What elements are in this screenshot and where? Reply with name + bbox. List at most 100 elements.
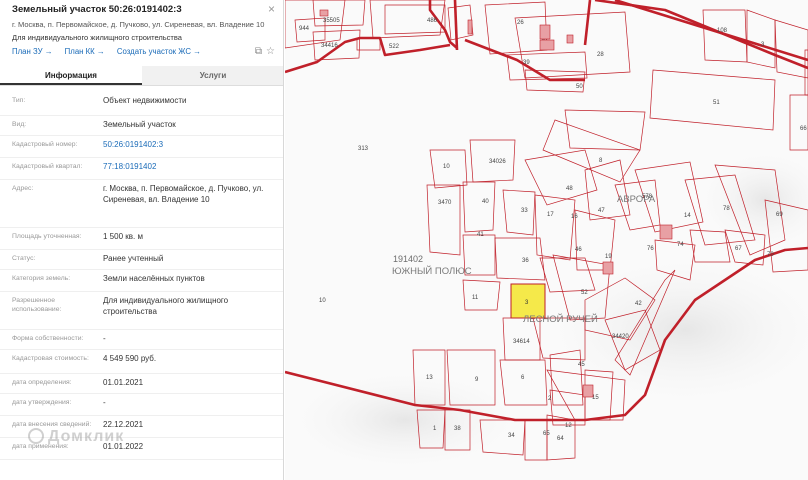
info-row-key: Кадастровый номер: xyxy=(12,141,78,148)
parcel-number-label: 66 xyxy=(800,126,807,132)
info-row: Категория земель: Земли населённых пункто… xyxy=(0,270,283,292)
info-row-value: 4 549 590 руб. xyxy=(103,354,157,363)
info-row: Разрешенное использование: Для индивидуал… xyxy=(0,292,283,330)
parcel-number-label: 39 xyxy=(523,60,530,66)
info-row: Форма собственности: - xyxy=(0,330,283,350)
plan-zu-link[interactable]: План ЗУ → xyxy=(12,47,53,56)
domclick-logo-icon xyxy=(28,428,44,444)
parcel-number-label: 486 xyxy=(427,18,438,24)
info-row-key: Площадь уточненная: xyxy=(12,233,82,240)
info-row-value: 1 500 кв. м xyxy=(103,232,143,241)
cadastral-map[interactable]: 191402 ЮЖНЫЙ ПОЛЮС ЛЕСНОЙ РУЧЕЙ АВРОРА 3… xyxy=(285,0,808,480)
info-row: Вид: Земельный участок xyxy=(0,116,283,136)
info-row: Кадастровая стоимость: 4 549 590 руб. xyxy=(0,350,283,374)
info-row: Тип: Объект недвижимости xyxy=(0,92,283,116)
info-row-value: 01.01.2022 xyxy=(103,442,144,451)
info-row-value: Для индивидуального жилищного строительс… xyxy=(103,296,229,316)
parcel-number-label: 42 xyxy=(635,301,642,307)
parcel-number-label: 13 xyxy=(426,375,433,381)
parcel-number-label: 108 xyxy=(717,28,728,34)
parcel-number-label: 40 xyxy=(482,199,489,205)
parcel-number-label: 38 xyxy=(454,426,461,432)
parcel-number-label: 70 xyxy=(767,252,774,258)
info-row-value[interactable]: 77:18:0191402 xyxy=(103,161,273,172)
parcel-number-label: 67 xyxy=(735,246,742,252)
info-row-value: Земельный участок xyxy=(103,120,176,129)
watermark: Домклик xyxy=(48,428,125,445)
parcel-number-label: 76 xyxy=(647,246,654,252)
info-row: Кадастровый квартал: 77:18:0191402 xyxy=(0,158,283,180)
parcel-number-label: 78 xyxy=(723,206,730,212)
action-links: План ЗУ → План КК → Создать участок ЖС → xyxy=(12,47,211,56)
tab-info[interactable]: Информация xyxy=(0,66,142,85)
area-label-lesnoy: ЛЕСНОЙ РУЧЕЙ xyxy=(523,313,598,325)
plan-kk-link[interactable]: План КК → xyxy=(65,47,105,56)
info-row-value: - xyxy=(103,334,106,343)
parcel-number-label: 46 xyxy=(575,247,582,253)
info-row: Адрес: г. Москва, п. Первомайское, д. Пуч… xyxy=(0,180,283,228)
parcel-number-label: 19 xyxy=(605,254,612,260)
parcel-number-label: 34026 xyxy=(489,159,506,165)
parcel-number-label: 48 xyxy=(566,186,573,192)
parcel-number-label: 65 xyxy=(543,431,550,437)
quarter-label: 191402 xyxy=(393,254,423,264)
parcel-number-label: 28 xyxy=(597,52,604,58)
parcel-number-label: 944 xyxy=(299,26,310,32)
parcel-title: Земельный участок 50:26:0191402:3 xyxy=(12,4,182,15)
parcel-number-label: 47 xyxy=(598,208,605,214)
parcel-number-label: 69 xyxy=(776,212,783,218)
panel-tabs: Информация Услуги xyxy=(0,66,283,86)
parcel-number-label: 10 xyxy=(443,164,450,170)
parcel-purpose: Для индивидуального жилищного строительс… xyxy=(12,33,182,42)
parcel-number-label: 36 xyxy=(522,258,529,264)
parcel-number-label: 34614 xyxy=(513,339,530,345)
parcel-number-label: 35505 xyxy=(323,18,340,24)
parcel-number-label: 74 xyxy=(677,242,684,248)
info-panel: Земельный участок 50:26:0191402:3 × г. М… xyxy=(0,0,284,480)
info-row-key: Категория земель: xyxy=(12,275,71,282)
info-row-value: Земли населённых пунктов xyxy=(103,274,205,283)
info-row-key: Кадастровый квартал: xyxy=(12,163,83,170)
info-row: дата определения: 01.01.2021 xyxy=(0,374,283,394)
info-row-key: дата утверждения: xyxy=(12,399,72,406)
star-icon[interactable]: ☆ xyxy=(266,46,275,57)
parcel-number-label: 12 xyxy=(565,423,572,429)
info-row-key: Вид: xyxy=(12,121,27,128)
info-row-value: 01.01.2021 xyxy=(103,378,144,387)
parcel-number-label: 16 xyxy=(571,214,578,220)
info-row-key: Адрес: xyxy=(12,185,34,192)
copy-icon[interactable]: ⧉ xyxy=(255,46,262,57)
close-icon[interactable]: × xyxy=(268,3,275,15)
parcel-number-label: 17 xyxy=(547,212,554,218)
parcel-number-label: 41 xyxy=(477,232,484,238)
panel-actions: ⧉ ☆ xyxy=(251,46,275,57)
info-row-value[interactable]: 50:26:0191402:3 xyxy=(103,139,273,150)
map-canvas[interactable]: 191402 ЮЖНЫЙ ПОЛЮС ЛЕСНОЙ РУЧЕЙ АВРОРА 3… xyxy=(285,0,808,480)
parcel-number-label: 45 xyxy=(578,362,585,368)
info-row-key: Статус: xyxy=(12,255,36,262)
parcel-number-label: 34416 xyxy=(321,43,338,49)
parcel-number-label: 10 xyxy=(319,298,326,304)
parcel-number-label: 33 xyxy=(521,208,528,214)
parcel-number-label: 50 xyxy=(576,84,583,90)
info-row: Кадастровый номер: 50:26:0191402:3 xyxy=(0,136,283,158)
info-row: дата применения: 01.01.2022 xyxy=(0,438,283,460)
parcel-number-label: 14 xyxy=(684,213,691,219)
info-row-value: Ранее учтенный xyxy=(103,254,164,263)
info-row: Площадь уточненная: 1 500 кв. м xyxy=(0,228,283,250)
parcel-number-label: 3470 xyxy=(438,200,452,206)
parcel-address: г. Москва, п. Первомайское, д. Пучково, … xyxy=(12,20,265,29)
info-row: Статус: Ранее учтенный xyxy=(0,250,283,270)
create-plot-link[interactable]: Создать участок ЖС → xyxy=(117,47,201,56)
info-row: дата утверждения: - xyxy=(0,394,283,416)
parcel-number-label: 578 xyxy=(642,194,653,200)
info-row-value: Объект недвижимости xyxy=(103,96,187,105)
info-row-key: дата определения: xyxy=(12,379,72,386)
area-label-yuzhny: ЮЖНЫЙ ПОЛЮС xyxy=(392,265,472,277)
tab-services[interactable]: Услуги xyxy=(142,66,283,85)
info-row-value: г. Москва, п. Первомайское, д. Пучково, … xyxy=(103,184,264,204)
parcel-number-label: 34 xyxy=(508,433,515,439)
parcel-number-label: 64 xyxy=(557,436,564,442)
info-row-key: Разрешенное использование: xyxy=(12,297,62,313)
parcel-number-label: 52 xyxy=(581,290,588,296)
